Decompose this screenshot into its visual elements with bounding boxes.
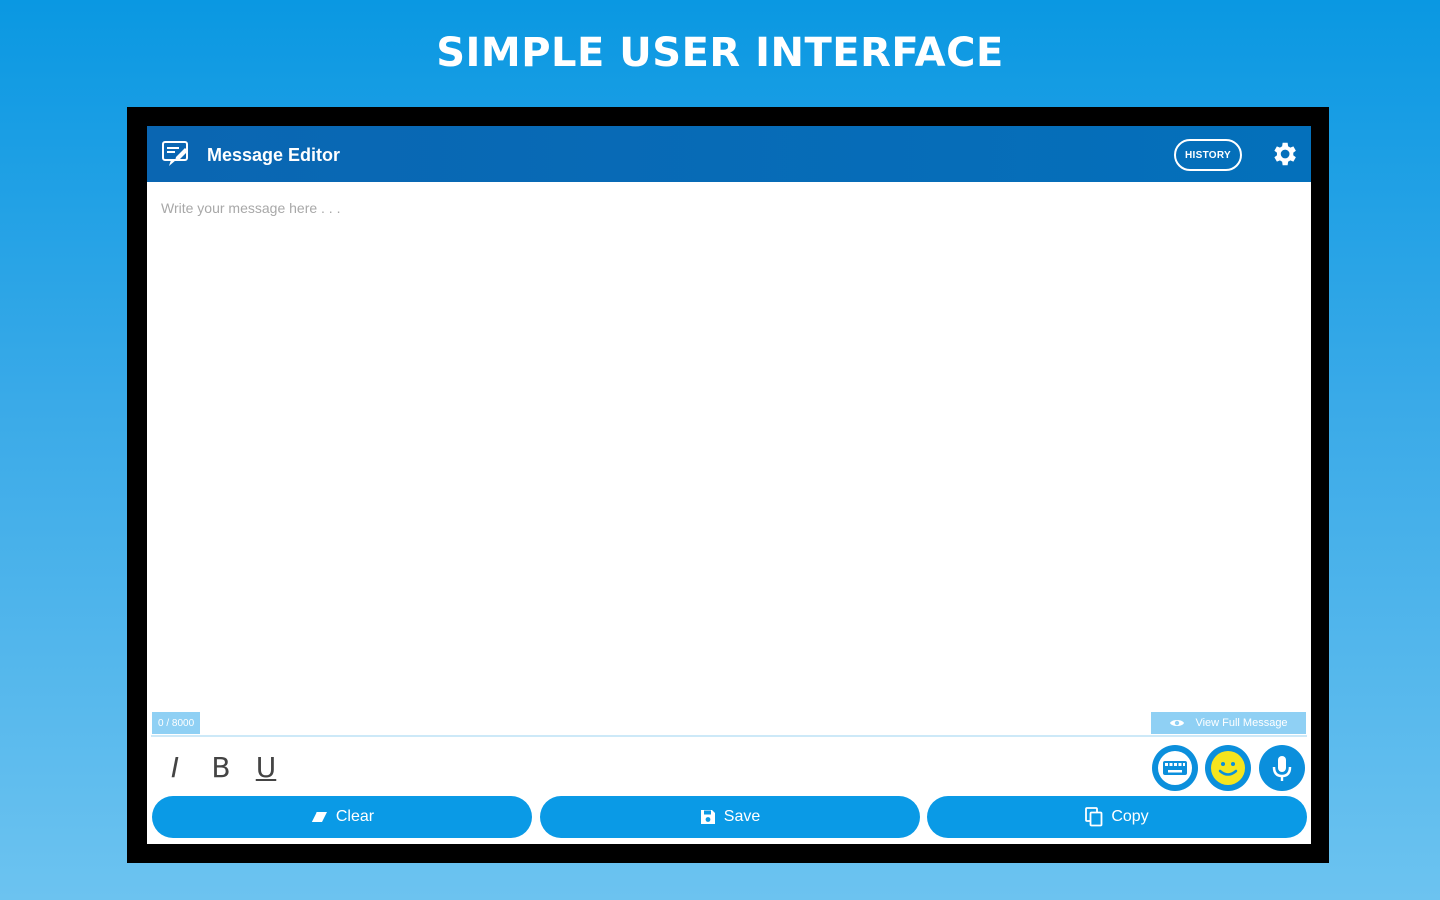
eraser-icon bbox=[310, 811, 327, 823]
history-button[interactable]: HISTORY bbox=[1174, 139, 1242, 171]
app-window: Message Editor HISTORY 0 / 8000 View Ful… bbox=[147, 126, 1311, 844]
editor-divider bbox=[151, 735, 1307, 737]
character-counter: 0 / 8000 bbox=[152, 712, 201, 734]
microphone-icon bbox=[1272, 756, 1292, 781]
view-full-message-button[interactable]: View Full Message bbox=[1151, 712, 1306, 734]
message-input[interactable] bbox=[151, 186, 1307, 734]
bold-button[interactable]: B bbox=[205, 749, 237, 785]
app-title: Message Editor bbox=[207, 145, 341, 165]
promo-title: SIMPLE USER INTERFACE bbox=[436, 30, 1004, 76]
copy-icon bbox=[1085, 807, 1103, 827]
save-button-label: Save bbox=[723, 808, 761, 825]
eye-icon bbox=[1170, 720, 1185, 726]
app-bar: Message Editor HISTORY bbox=[147, 126, 1311, 182]
emoji-icon bbox=[1211, 751, 1245, 785]
keyboard-icon bbox=[1158, 751, 1192, 785]
copy-button[interactable]: Copy bbox=[927, 796, 1307, 838]
microphone-button[interactable] bbox=[1259, 745, 1305, 791]
underline-button[interactable]: U bbox=[250, 749, 282, 785]
emoji-button[interactable] bbox=[1205, 745, 1251, 791]
view-full-message-label: View Full Message bbox=[1195, 717, 1288, 729]
save-button[interactable]: Save bbox=[540, 796, 920, 838]
italic-button[interactable]: I bbox=[159, 749, 191, 785]
floppy-disk-icon bbox=[700, 810, 715, 824]
keyboard-button[interactable] bbox=[1152, 745, 1198, 791]
clear-button[interactable]: Clear bbox=[152, 796, 532, 838]
gear-icon[interactable] bbox=[1269, 139, 1299, 169]
copy-button-label: Copy bbox=[1111, 808, 1149, 825]
editor-icon bbox=[162, 141, 188, 166]
clear-button-label: Clear bbox=[335, 808, 375, 825]
